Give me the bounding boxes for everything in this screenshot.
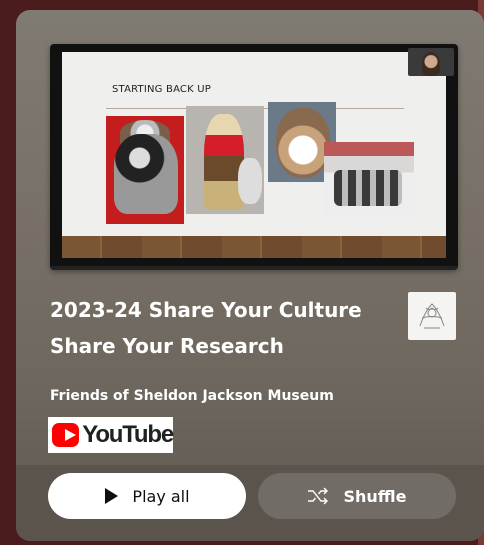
channel-avatar[interactable] [408, 292, 456, 340]
presentation-slide: STARTING BACK UP [62, 52, 446, 258]
shuffle-button[interactable]: Shuffle [258, 473, 456, 519]
playlist-thumbnail[interactable]: STARTING BACK UP [50, 44, 458, 270]
youtube-logo[interactable]: YouTube [48, 417, 174, 453]
play-all-button[interactable]: Play all [48, 473, 246, 519]
channel-name[interactable]: Friends of Sheldon Jackson Museum [50, 388, 334, 404]
play-icon [104, 488, 119, 504]
slide-title: STARTING BACK UP [112, 84, 212, 95]
slide-photo-dog-with-hat [106, 116, 184, 224]
playlist-title-line-1: 2023-24 Share Your Culture [50, 298, 362, 322]
youtube-wordmark: YouTube [82, 421, 174, 448]
playlist-title: 2023-24 Share Your Culture Share Your Re… [50, 292, 380, 364]
slide-photo-person-with-dog [186, 106, 264, 214]
play-all-label: Play all [132, 486, 190, 506]
slide-photo-dog-sled-race [324, 142, 414, 218]
shuffle-label: Shuffle [343, 486, 407, 506]
slide-floor [62, 236, 446, 258]
channel-logo-icon [419, 303, 445, 329]
playlist-title-line-2: Share Your Research [50, 334, 284, 358]
presenter-webcam [408, 48, 454, 76]
shuffle-icon [307, 487, 329, 505]
playlist-card: STARTING BACK UP 2023-24 Share Your Cult… [16, 10, 484, 541]
youtube-play-icon [52, 423, 80, 447]
